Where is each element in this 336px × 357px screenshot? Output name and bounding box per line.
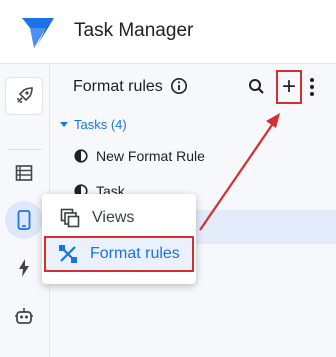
menu-item-label: Views [92, 209, 135, 226]
rule-row[interactable]: New Format Rule [50, 139, 336, 173]
more-vert-icon[interactable] [305, 76, 319, 98]
app-header: Task Manager [0, 0, 336, 64]
bolt-icon[interactable] [5, 249, 43, 287]
app-title: Task Manager [74, 20, 194, 41]
bot-icon[interactable] [5, 297, 43, 335]
menu-item-format-rules[interactable]: Format rules [44, 236, 194, 272]
info-icon[interactable] [170, 77, 188, 95]
rail-popup-menu: Views Format rules [42, 194, 196, 284]
menu-item-label: Format rules [90, 245, 180, 262]
group-tasks[interactable]: Tasks (4) [60, 117, 127, 132]
mobile-icon[interactable] [5, 201, 43, 239]
rule-label: New Format Rule [96, 148, 205, 164]
menu-item-views[interactable]: Views [48, 200, 192, 236]
group-label: Tasks (4) [74, 117, 127, 132]
format-rules-icon [59, 245, 77, 263]
half-circle-icon [74, 149, 88, 163]
search-icon[interactable] [246, 76, 268, 98]
caret-down-icon [60, 122, 68, 127]
views-icon [60, 208, 80, 228]
panel-title: Format rules [73, 78, 163, 95]
add-format-rule-button[interactable]: + [276, 70, 302, 104]
table-icon[interactable] [5, 154, 43, 192]
rail-divider [8, 149, 42, 150]
appsheet-logo-icon[interactable] [20, 14, 56, 50]
rocket-icon[interactable] [5, 77, 43, 115]
